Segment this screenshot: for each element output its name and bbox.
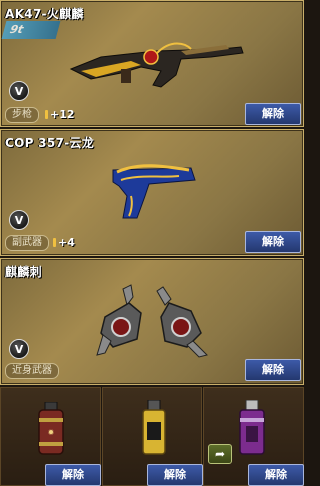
unequip-button[interactable]: 解除 <box>248 464 304 486</box>
unequip-button[interactable]: 解除 <box>245 231 301 253</box>
unequip-button[interactable]: 解除 <box>245 103 301 125</box>
weapon-type-tag: 近身武器 <box>5 363 59 379</box>
weapon-title: COP 357-云龙 <box>5 136 95 150</box>
weapon-type-tag: 步枪 <box>5 107 39 123</box>
vip-badge: V <box>9 339 29 359</box>
throwable-slot-1[interactable]: ✹ 解除 <box>0 387 101 486</box>
rifle-ak47-icon <box>69 42 244 88</box>
weapon-title: AK47-火麒麟 <box>5 7 84 21</box>
swap-arrow-icon[interactable]: ➦ <box>208 444 232 464</box>
pistol-icon <box>112 164 196 219</box>
throwable-slot-2[interactable]: 解除 <box>102 387 203 486</box>
enhance-level: +12 <box>45 108 75 121</box>
grenade-purple-icon <box>239 400 265 455</box>
bullet-icon <box>53 238 56 247</box>
game-logo: 9t <box>1 21 61 39</box>
grenade-yellow-icon <box>142 400 166 455</box>
enhance-level-value: +12 <box>50 108 75 121</box>
dual-claw-icon <box>96 284 208 358</box>
throwable-slot-3[interactable]: 解除 <box>203 387 304 486</box>
primary-weapon-card[interactable]: 9t AK47-火麒麟 V 步枪 +12 解除 <box>0 0 304 127</box>
weapon-type-tag: 副武器 <box>5 235 49 251</box>
svg-text:✹: ✹ <box>48 428 55 437</box>
vip-badge: V <box>9 210 29 230</box>
enhance-level: +4 <box>53 236 75 249</box>
secondary-weapon-card[interactable]: COP 357-云龙 V 副武器 +4 解除 <box>0 129 304 256</box>
melee-weapon-card[interactable]: 麒麟刺 V 近身武器 解除 <box>0 258 304 385</box>
grenade-red-icon: ✹ <box>38 402 64 455</box>
unequip-button[interactable]: 解除 <box>45 464 101 486</box>
bullet-icon <box>45 110 48 119</box>
enhance-level-value: +4 <box>58 236 75 249</box>
weapon-title: 麒麟刺 <box>5 265 42 279</box>
unequip-button[interactable]: 解除 <box>147 464 203 486</box>
vip-badge: V <box>9 81 29 101</box>
unequip-button[interactable]: 解除 <box>245 359 301 381</box>
